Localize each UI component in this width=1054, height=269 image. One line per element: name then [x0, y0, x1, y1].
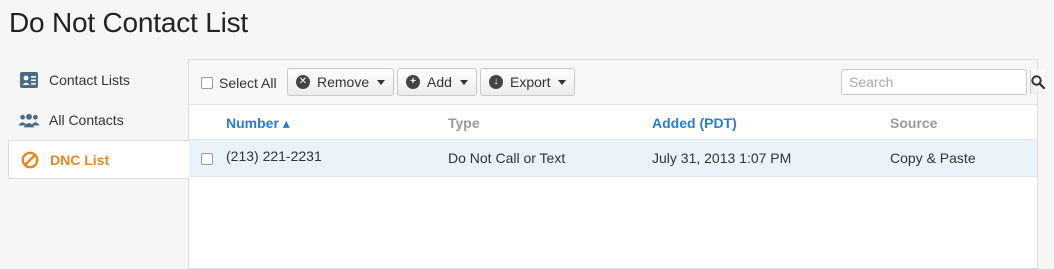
sidebar-item-contact-lists[interactable]: Contact Lists: [8, 60, 189, 100]
search-button[interactable]: [1030, 70, 1045, 94]
sidebar-item-label: Contact Lists: [49, 72, 130, 88]
cell-type: Do Not Call or Text: [448, 150, 566, 166]
select-all-label: Select All: [219, 75, 277, 91]
prohibited-icon: [19, 150, 41, 170]
column-header-added[interactable]: Added (PDT): [652, 115, 737, 131]
column-header-source: Source: [890, 115, 938, 131]
sidebar-item-label: All Contacts: [49, 112, 124, 128]
sidebar-item-dnc-list[interactable]: DNC List: [8, 140, 189, 179]
cell-number: (213) 221-2231: [226, 148, 322, 164]
cell-added: July 31, 2013 1:07 PM: [652, 150, 792, 166]
export-button-label: Export: [510, 74, 551, 90]
chevron-down-icon: [377, 79, 386, 85]
add-button-label: Add: [427, 74, 452, 90]
select-all[interactable]: Select All: [201, 75, 277, 91]
column-header-type: Type: [448, 115, 480, 131]
dnc-list-panel: Select All ✕ Remove + Add ↓ Export Searc…: [188, 59, 1045, 269]
remove-button-label: Remove: [317, 74, 370, 90]
chevron-down-icon: [558, 79, 567, 85]
export-button[interactable]: ↓ Export: [480, 68, 576, 96]
search-icon: [1031, 75, 1045, 89]
sidebar-item-all-contacts[interactable]: All Contacts: [8, 100, 189, 140]
row-checkbox[interactable]: [201, 153, 213, 165]
table-row[interactable]: (213) 221-2231 Do Not Call or Text July …: [189, 140, 1037, 177]
cell-source: Copy & Paste: [890, 150, 976, 166]
export-download-icon: ↓: [489, 75, 503, 89]
add-circle-icon: +: [406, 75, 420, 89]
remove-circle-icon: ✕: [296, 75, 310, 89]
page-title: Do Not Contact List: [9, 7, 248, 38]
table-header: Number ▴ Type Added (PDT) Source: [189, 105, 1037, 140]
add-button[interactable]: + Add: [397, 68, 477, 96]
search-box: [841, 69, 1045, 95]
sidebar-item-label: DNC List: [50, 151, 110, 168]
remove-button[interactable]: ✕ Remove: [287, 68, 395, 96]
select-all-checkbox[interactable]: [201, 77, 213, 89]
contact-card-icon: [18, 70, 40, 90]
people-group-icon: [18, 110, 40, 130]
search-input[interactable]: [842, 70, 1030, 94]
toolbar: Select All ✕ Remove + Add ↓ Export: [189, 60, 1045, 105]
sidebar: Contact Lists All Contacts DNC List: [8, 60, 189, 179]
chevron-down-icon: [459, 79, 468, 85]
column-header-number[interactable]: Number ▴: [226, 115, 290, 132]
